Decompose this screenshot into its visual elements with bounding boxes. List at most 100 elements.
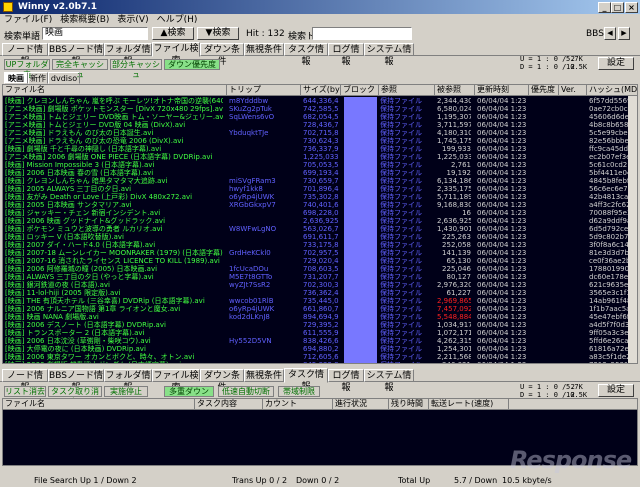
cell-date: 06/04/04 1:23	[477, 257, 527, 265]
btab-task-info[interactable]: タスク情報	[284, 368, 328, 392]
close-button[interactable]: ×	[625, 2, 638, 13]
table-row[interactable]: [映画] 2005 ALWAYS 三丁目の夕日.avi hwyf1kk8 701,8…	[3, 185, 637, 193]
search-back-button[interactable]: ▼検索	[197, 27, 239, 40]
results-scrollbar[interactable]	[628, 96, 637, 363]
btab-node-info[interactable]: ノード情報	[2, 369, 48, 393]
table-row[interactable]: [映画] 2005 日本映画 サンタマリア.avi XRGbGkxpV7 740,4…	[3, 201, 637, 209]
table-row[interactable]: [映画] 11-lol-hiji (2005 限定版).avi 736,362,4…	[3, 289, 637, 297]
col-priority[interactable]: 優先度	[529, 85, 559, 96]
menu-file[interactable]: ファイル(F)	[0, 14, 56, 26]
task-col-content[interactable]: タスク内容	[195, 399, 263, 410]
col-size[interactable]: サイズ(byte)	[301, 85, 341, 96]
table-row[interactable]: [映画] クレヨンしんちゃん 嵐を呼ぶ モーレツ!オトナ帝国の逆襲(640x35…	[3, 97, 637, 105]
search-button[interactable]: ▲検索	[152, 27, 194, 40]
table-row[interactable]: [映画] 銀河鉄道の夜 (日本語).avi wyZJt7SsR2 702,300,3…	[3, 281, 637, 289]
multi-download-button[interactable]: 多重ダウン	[164, 386, 214, 397]
clear-list-button[interactable]: リスト消去	[4, 386, 46, 397]
table-row[interactable]: [映画] 2006 ナルニア国物語 第1章 ライオンと魔女.avi o6yRp4j…	[3, 305, 637, 313]
settings-button-bottom[interactable]: 設定	[598, 384, 634, 397]
filter-full-cache[interactable]: 完全キャッシュ	[52, 59, 108, 79]
task-col-remaining[interactable]: 残り時間	[389, 399, 429, 410]
btab-bbs-node-info[interactable]: BBSノード情報	[48, 369, 104, 393]
filter-partial-cache[interactable]: 部分キャッシュ	[110, 59, 162, 79]
table-row[interactable]: [映画] 2007 ダイ・ハード4.0 (日本語字幕).avi 733,175,8…	[3, 241, 637, 249]
table-row[interactable]: [映画] トランスポーター 2 (日本語字幕).avi 611,555,952 保持…	[3, 329, 637, 337]
table-row[interactable]: [アニメ映画] トムとジェリー DVD版 04 映画 (DivX).avi 728…	[3, 121, 637, 129]
table-row[interactable]: [映画] ロッキー V (日本語吹替版).avi 691,611,776 保持ファイ…	[3, 233, 637, 241]
table-row[interactable]: [映画] 2006 劇場版 機動戦士ガンダム (日本語字幕).avi 845,33…	[3, 361, 637, 363]
col-reference[interactable]: 参照	[379, 85, 435, 96]
tab-keyword-dvdiso[interactable]: dvdiso	[48, 72, 80, 84]
table-row[interactable]: [映画] 2006 東京タワー オカンとボクと、時々、オトン.avi 712,60…	[3, 353, 637, 361]
table-row[interactable]: [映画] 友がみ Death or Love (上戸彩) DivX 480x27…	[3, 193, 637, 201]
trip-input[interactable]	[312, 27, 412, 40]
col-referenced[interactable]: 被参照	[435, 85, 475, 96]
table-row[interactable]: [映画] 劇場版 千と千尋の神隠し (日本語字幕).avi 736,337,920…	[3, 145, 637, 153]
col-version[interactable]: Ver.	[559, 85, 587, 96]
table-row[interactable]: [映画] 2006 デスノート (日本語字幕) DVDRip.avi 729,39…	[3, 321, 637, 329]
tab-task-info[interactable]: タスク情報	[284, 43, 328, 67]
table-row[interactable]: [アニメ映画] トムとジェリー DVD映画 トム・ソーヤー&ジェリー.avi Sq…	[3, 113, 637, 121]
table-row[interactable]: [アニメ映画] ドラえもん のび太の日本誕生.avi YbduqktTJe 702,…	[3, 129, 637, 137]
table-row[interactable]: [映画] 2006 日本沈没 (草彅剛・柴咲コウ).avi Hy552D5VN 83…	[3, 337, 637, 345]
table-row[interactable]: [映画] 2006 映画 グッドナイト&グッドラック.avi 2,636,925,…	[3, 217, 637, 225]
upload-rate: 5.7K	[566, 55, 583, 63]
col-updated[interactable]: 更新時刻	[475, 85, 529, 96]
tab-file-search[interactable]: ファイル検索	[152, 42, 200, 66]
table-row[interactable]: [映画] 大停電の夜に (日本映画) DVDRip.avi 694,880,256…	[3, 345, 637, 353]
next-arrow-icon[interactable]: ▶	[618, 27, 630, 40]
table-row[interactable]: [アニメ映画] ドラえもん のび太の恐竜 2006 (DivX).avi 730,…	[3, 137, 637, 145]
low-speed-disconnect-button[interactable]: 低速自動切断	[218, 386, 274, 397]
task-col-progress[interactable]: 進行状況	[333, 399, 389, 410]
btab-ignore-conditions[interactable]: 無視条件	[244, 369, 284, 382]
table-row[interactable]: [映画] ALWAYS 三丁目の夕日 (やっと字幕).avi M5E7t8GTTo…	[3, 273, 637, 281]
col-trip[interactable]: トリップ	[227, 85, 301, 96]
tab-node-info[interactable]: ノード情報	[2, 43, 48, 67]
tab-keyword-new[interactable]: 新作	[28, 72, 48, 84]
btab-log-info[interactable]: ログ情報	[328, 369, 364, 393]
minimize-button[interactable]: _	[598, 2, 611, 13]
task-col-rate[interactable]: 転送レート(速度)	[429, 399, 509, 410]
table-row[interactable]: [映画] ポケモン ミュウと波導の勇者 ルカリオ.avi W8WFwLgNO 563…	[3, 225, 637, 233]
btab-download-conditions[interactable]: ダウン条件	[200, 369, 244, 393]
filter-download-priority[interactable]: ダウン優先度	[164, 59, 220, 70]
stop-execution-button[interactable]: 実施停止	[104, 386, 148, 397]
maximize-button[interactable]: □	[611, 2, 624, 13]
menu-help[interactable]: ヘルプ(H)	[153, 14, 202, 26]
table-row[interactable]: [アニメ映画] 2006 劇場版 ONE PIECE (日本語字幕) DVDRi…	[3, 153, 637, 161]
bandwidth-limit-button[interactable]: 帯域制限	[278, 386, 320, 397]
menu-view[interactable]: 表示(V)	[113, 14, 152, 26]
filter-up-folder[interactable]: UPフォルダ内	[4, 59, 50, 79]
table-row[interactable]: [映画] 2006 日本映画 春の雪 (日本語字幕).avi 699,193,40…	[3, 169, 637, 177]
table-row[interactable]: [映画] 2006 阿修羅城の瞳 (2005) 日本映画.avi 1fcUcaDO…	[3, 265, 637, 273]
col-block[interactable]: ブロック	[341, 85, 379, 96]
cell-blk	[344, 129, 377, 137]
table-row[interactable]: [アニメ映画] 劇場版 ポケットモンスター [DivX 720x480 29fp…	[3, 105, 637, 113]
tab-keyword-movie[interactable]: 映画	[4, 72, 28, 84]
table-row[interactable]: [映画] ジャッキー・チェン 新宿インシデント.avi 698,228,012 保持…	[3, 209, 637, 217]
task-col-count[interactable]: カウント	[263, 399, 333, 410]
tab-ignore-conditions[interactable]: 無視条件	[244, 43, 284, 56]
table-row[interactable]: [映画] 2007-18 ムーンレイカー MOONRAKER (1979) (日…	[3, 249, 637, 257]
tab-folder-info[interactable]: フォルダ情報	[104, 43, 152, 67]
table-row[interactable]: [映画] Mission Impossible 3 (日本語字幕).avi 705…	[3, 161, 637, 169]
tab-download-conditions[interactable]: ダウン条件	[200, 43, 244, 67]
btab-folder-info[interactable]: フォルダ情報	[104, 369, 152, 393]
col-filename[interactable]: ファイル名	[3, 85, 227, 96]
tab-bbs-node-info[interactable]: BBSノード情報	[48, 43, 104, 67]
prev-arrow-icon[interactable]: ◀	[604, 27, 616, 40]
search-word-input[interactable]: 映画	[42, 27, 148, 40]
task-col-filename[interactable]: ファイル名	[3, 399, 195, 410]
settings-button-top[interactable]: 設定	[598, 57, 634, 70]
tab-log-info[interactable]: ログ情報	[328, 43, 364, 67]
btab-file-search[interactable]: ファイル検索	[152, 369, 200, 393]
btab-system-info[interactable]: システム情報	[364, 369, 414, 393]
menu-search-overview[interactable]: 検索概要(B)	[56, 14, 113, 26]
col-hash[interactable]: ハッシュ(MD5	[587, 85, 637, 96]
cancel-task-button[interactable]: タスク取り消し	[48, 386, 102, 406]
table-row[interactable]: [映画] 2007-16 消されたライセンス LICENCE TO KILL (…	[3, 257, 637, 265]
table-row[interactable]: [映画] クレヨンしんちゃん 暗黒タマタマ大追跡.avi miSVgFRam3 73…	[3, 177, 637, 185]
tab-system-info[interactable]: システム情報	[364, 43, 414, 67]
table-row[interactable]: [映画] THE 有頂天ホテル (三谷幸喜) DVDRip (日本語字幕).av…	[3, 297, 637, 305]
table-row[interactable]: [映画] 映画 NANA 劇場版.avi kod2dLKnJ8 894,694,91…	[3, 313, 637, 321]
